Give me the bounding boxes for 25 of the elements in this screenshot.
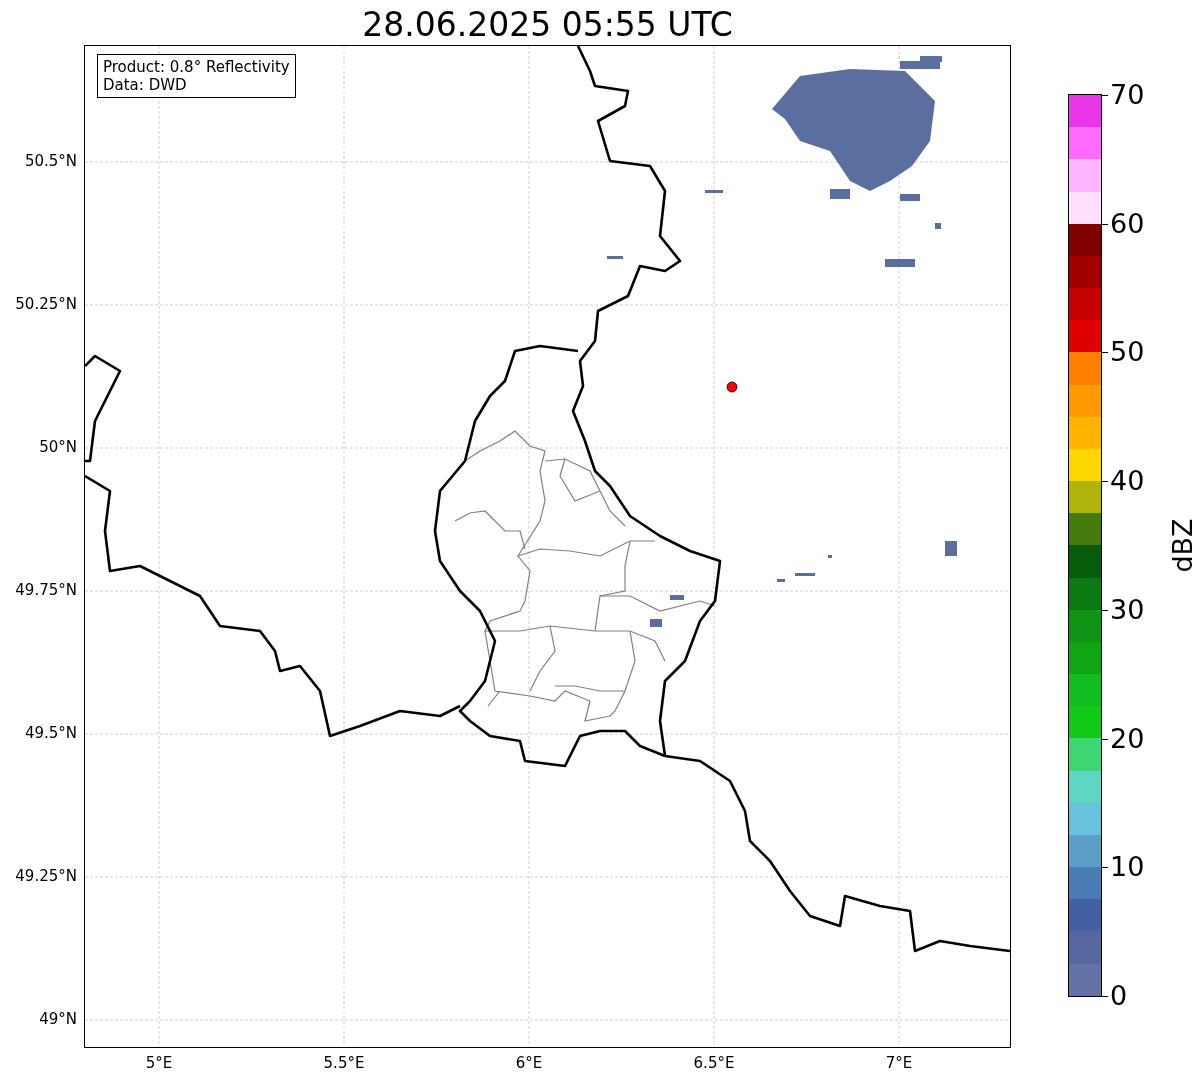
latitude-label: 49.5°N [24,724,77,742]
colorbar-label: dBZ [1166,518,1198,573]
latitude-label: 49.25°N [15,867,77,885]
info-text: Data: DWD [103,76,188,94]
longitude-label: 6°E [515,1054,543,1072]
latitude-label: 49.75°N [15,581,77,599]
latitude-label: 50°N [39,438,77,456]
latitude-label: 50.5°N [24,152,77,170]
colorbar-tick-label: 40 [1110,466,1145,497]
colorbar-tick-label: 20 [1110,723,1145,754]
longitude-label: 6.5°E [693,1054,735,1072]
longitude-label: 5.5°E [323,1054,365,1072]
colorbar-tick-label: 10 [1110,852,1145,883]
colorbar-tick-label: 0 [1110,981,1128,1011]
longitude-label: 7°E [885,1054,913,1072]
colorbar-tick-label: 50 [1110,337,1145,368]
info-text: Product: 0.8° Reflectivity [103,58,290,76]
latitude-label: 49°N [39,1010,77,1028]
chart-title: 28.06.2025 05:55 UTC [362,5,733,45]
radar-site-marker [726,381,738,393]
longitude-label: 5°E [145,1054,173,1072]
colorbar-tick-label: 30 [1110,594,1145,625]
latitude-label: 50.25°N [15,295,77,313]
colorbar-tick-label: 70 [1110,80,1145,110]
colorbar-tick-label: 60 [1110,208,1145,239]
